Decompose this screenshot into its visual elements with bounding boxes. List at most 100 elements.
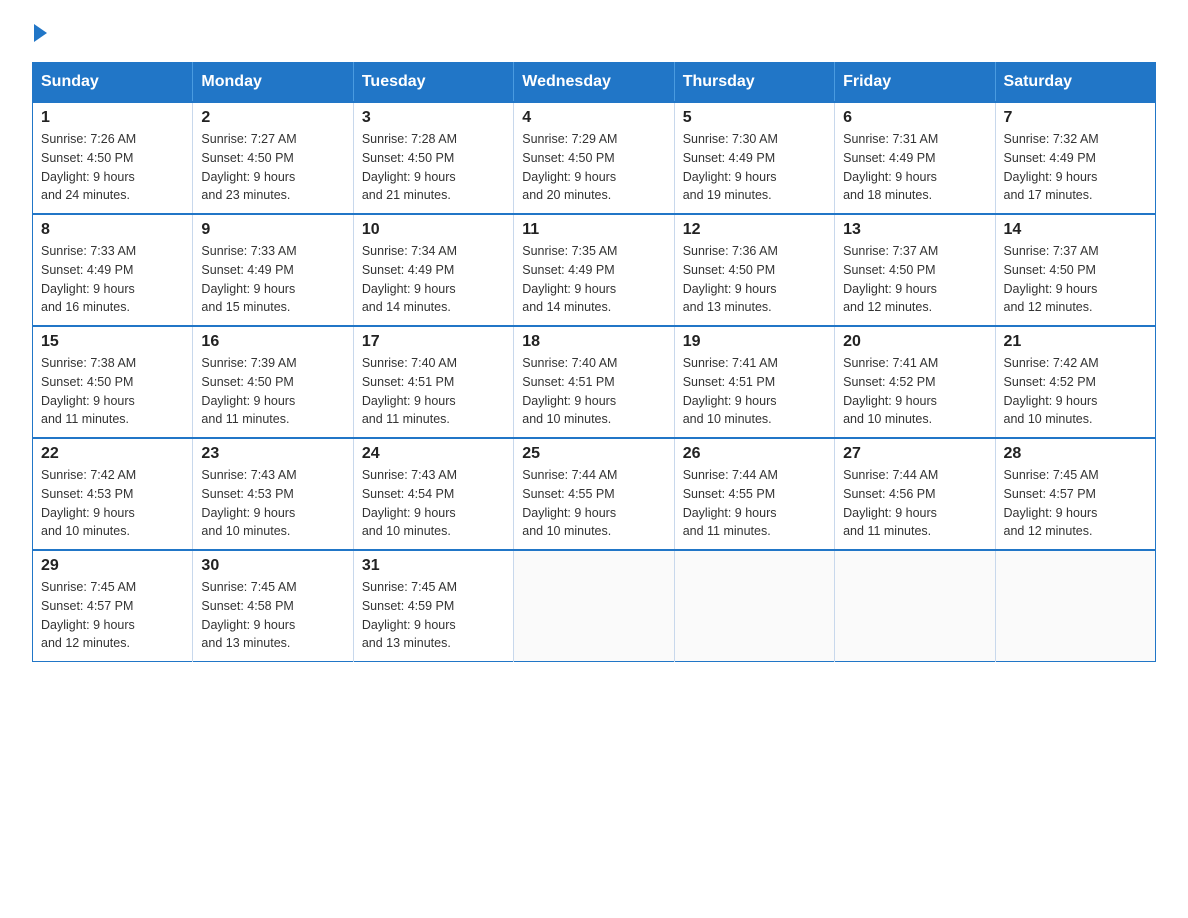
calendar-cell: 20 Sunrise: 7:41 AMSunset: 4:52 PMDaylig…: [835, 326, 995, 438]
calendar-cell: 28 Sunrise: 7:45 AMSunset: 4:57 PMDaylig…: [995, 438, 1155, 550]
day-info: Sunrise: 7:27 AMSunset: 4:50 PMDaylight:…: [201, 132, 296, 202]
logo-arrow-icon: [34, 24, 47, 42]
calendar-cell: 11 Sunrise: 7:35 AMSunset: 4:49 PMDaylig…: [514, 214, 674, 326]
calendar-cell: 2 Sunrise: 7:27 AMSunset: 4:50 PMDayligh…: [193, 102, 353, 214]
calendar-cell: 16 Sunrise: 7:39 AMSunset: 4:50 PMDaylig…: [193, 326, 353, 438]
calendar-cell: 8 Sunrise: 7:33 AMSunset: 4:49 PMDayligh…: [33, 214, 193, 326]
calendar-cell: 6 Sunrise: 7:31 AMSunset: 4:49 PMDayligh…: [835, 102, 995, 214]
day-number: 11: [522, 221, 665, 239]
calendar-cell: 13 Sunrise: 7:37 AMSunset: 4:50 PMDaylig…: [835, 214, 995, 326]
day-number: 10: [362, 221, 505, 239]
calendar-cell: 21 Sunrise: 7:42 AMSunset: 4:52 PMDaylig…: [995, 326, 1155, 438]
calendar-cell: 5 Sunrise: 7:30 AMSunset: 4:49 PMDayligh…: [674, 102, 834, 214]
calendar-cell: 23 Sunrise: 7:43 AMSunset: 4:53 PMDaylig…: [193, 438, 353, 550]
day-number: 8: [41, 221, 184, 239]
day-number: 23: [201, 445, 344, 463]
day-info: Sunrise: 7:30 AMSunset: 4:49 PMDaylight:…: [683, 132, 778, 202]
calendar-cell: 19 Sunrise: 7:41 AMSunset: 4:51 PMDaylig…: [674, 326, 834, 438]
calendar-cell: 1 Sunrise: 7:26 AMSunset: 4:50 PMDayligh…: [33, 102, 193, 214]
calendar-cell: 7 Sunrise: 7:32 AMSunset: 4:49 PMDayligh…: [995, 102, 1155, 214]
calendar-cell: 4 Sunrise: 7:29 AMSunset: 4:50 PMDayligh…: [514, 102, 674, 214]
calendar-cell: 22 Sunrise: 7:42 AMSunset: 4:53 PMDaylig…: [33, 438, 193, 550]
calendar-cell: 25 Sunrise: 7:44 AMSunset: 4:55 PMDaylig…: [514, 438, 674, 550]
weekday-header-tuesday: Tuesday: [353, 63, 513, 103]
day-info: Sunrise: 7:41 AMSunset: 4:51 PMDaylight:…: [683, 356, 778, 426]
day-info: Sunrise: 7:26 AMSunset: 4:50 PMDaylight:…: [41, 132, 136, 202]
day-info: Sunrise: 7:42 AMSunset: 4:53 PMDaylight:…: [41, 468, 136, 538]
day-number: 3: [362, 109, 505, 127]
calendar-cell: 14 Sunrise: 7:37 AMSunset: 4:50 PMDaylig…: [995, 214, 1155, 326]
day-number: 31: [362, 557, 505, 575]
logo: [32, 24, 47, 44]
page-header: [32, 24, 1156, 44]
day-info: Sunrise: 7:40 AMSunset: 4:51 PMDaylight:…: [362, 356, 457, 426]
day-info: Sunrise: 7:31 AMSunset: 4:49 PMDaylight:…: [843, 132, 938, 202]
day-info: Sunrise: 7:39 AMSunset: 4:50 PMDaylight:…: [201, 356, 296, 426]
calendar-cell: [835, 550, 995, 662]
day-number: 21: [1004, 333, 1147, 351]
day-info: Sunrise: 7:35 AMSunset: 4:49 PMDaylight:…: [522, 244, 617, 314]
calendar-cell: 10 Sunrise: 7:34 AMSunset: 4:49 PMDaylig…: [353, 214, 513, 326]
day-number: 1: [41, 109, 184, 127]
calendar-cell: 17 Sunrise: 7:40 AMSunset: 4:51 PMDaylig…: [353, 326, 513, 438]
day-info: Sunrise: 7:45 AMSunset: 4:59 PMDaylight:…: [362, 580, 457, 650]
day-info: Sunrise: 7:41 AMSunset: 4:52 PMDaylight:…: [843, 356, 938, 426]
calendar-cell: 9 Sunrise: 7:33 AMSunset: 4:49 PMDayligh…: [193, 214, 353, 326]
calendar-cell: 31 Sunrise: 7:45 AMSunset: 4:59 PMDaylig…: [353, 550, 513, 662]
day-number: 5: [683, 109, 826, 127]
weekday-header-saturday: Saturday: [995, 63, 1155, 103]
calendar-cell: [674, 550, 834, 662]
day-info: Sunrise: 7:32 AMSunset: 4:49 PMDaylight:…: [1004, 132, 1099, 202]
calendar-cell: 12 Sunrise: 7:36 AMSunset: 4:50 PMDaylig…: [674, 214, 834, 326]
calendar-cell: [514, 550, 674, 662]
calendar-week-row: 8 Sunrise: 7:33 AMSunset: 4:49 PMDayligh…: [33, 214, 1156, 326]
day-number: 16: [201, 333, 344, 351]
day-number: 25: [522, 445, 665, 463]
day-number: 7: [1004, 109, 1147, 127]
calendar-table: SundayMondayTuesdayWednesdayThursdayFrid…: [32, 62, 1156, 662]
day-info: Sunrise: 7:28 AMSunset: 4:50 PMDaylight:…: [362, 132, 457, 202]
day-info: Sunrise: 7:43 AMSunset: 4:53 PMDaylight:…: [201, 468, 296, 538]
day-info: Sunrise: 7:43 AMSunset: 4:54 PMDaylight:…: [362, 468, 457, 538]
day-number: 20: [843, 333, 986, 351]
day-number: 19: [683, 333, 826, 351]
day-info: Sunrise: 7:42 AMSunset: 4:52 PMDaylight:…: [1004, 356, 1099, 426]
weekday-header-sunday: Sunday: [33, 63, 193, 103]
day-info: Sunrise: 7:36 AMSunset: 4:50 PMDaylight:…: [683, 244, 778, 314]
day-number: 24: [362, 445, 505, 463]
day-info: Sunrise: 7:45 AMSunset: 4:58 PMDaylight:…: [201, 580, 296, 650]
weekday-header-friday: Friday: [835, 63, 995, 103]
weekday-header-thursday: Thursday: [674, 63, 834, 103]
day-number: 29: [41, 557, 184, 575]
day-info: Sunrise: 7:37 AMSunset: 4:50 PMDaylight:…: [843, 244, 938, 314]
day-info: Sunrise: 7:37 AMSunset: 4:50 PMDaylight:…: [1004, 244, 1099, 314]
day-info: Sunrise: 7:33 AMSunset: 4:49 PMDaylight:…: [201, 244, 296, 314]
calendar-cell: 18 Sunrise: 7:40 AMSunset: 4:51 PMDaylig…: [514, 326, 674, 438]
calendar-cell: [995, 550, 1155, 662]
weekday-header-row: SundayMondayTuesdayWednesdayThursdayFrid…: [33, 63, 1156, 103]
day-number: 13: [843, 221, 986, 239]
day-info: Sunrise: 7:34 AMSunset: 4:49 PMDaylight:…: [362, 244, 457, 314]
calendar-cell: 30 Sunrise: 7:45 AMSunset: 4:58 PMDaylig…: [193, 550, 353, 662]
calendar-cell: 26 Sunrise: 7:44 AMSunset: 4:55 PMDaylig…: [674, 438, 834, 550]
day-number: 28: [1004, 445, 1147, 463]
day-info: Sunrise: 7:44 AMSunset: 4:56 PMDaylight:…: [843, 468, 938, 538]
day-number: 15: [41, 333, 184, 351]
day-info: Sunrise: 7:44 AMSunset: 4:55 PMDaylight:…: [683, 468, 778, 538]
day-info: Sunrise: 7:45 AMSunset: 4:57 PMDaylight:…: [1004, 468, 1099, 538]
calendar-week-row: 22 Sunrise: 7:42 AMSunset: 4:53 PMDaylig…: [33, 438, 1156, 550]
calendar-body: 1 Sunrise: 7:26 AMSunset: 4:50 PMDayligh…: [33, 102, 1156, 662]
calendar-week-row: 1 Sunrise: 7:26 AMSunset: 4:50 PMDayligh…: [33, 102, 1156, 214]
calendar-cell: 3 Sunrise: 7:28 AMSunset: 4:50 PMDayligh…: [353, 102, 513, 214]
day-number: 2: [201, 109, 344, 127]
day-number: 18: [522, 333, 665, 351]
day-info: Sunrise: 7:44 AMSunset: 4:55 PMDaylight:…: [522, 468, 617, 538]
day-info: Sunrise: 7:40 AMSunset: 4:51 PMDaylight:…: [522, 356, 617, 426]
day-number: 6: [843, 109, 986, 127]
day-info: Sunrise: 7:45 AMSunset: 4:57 PMDaylight:…: [41, 580, 136, 650]
day-number: 4: [522, 109, 665, 127]
weekday-header-monday: Monday: [193, 63, 353, 103]
day-number: 17: [362, 333, 505, 351]
day-number: 22: [41, 445, 184, 463]
calendar-week-row: 15 Sunrise: 7:38 AMSunset: 4:50 PMDaylig…: [33, 326, 1156, 438]
